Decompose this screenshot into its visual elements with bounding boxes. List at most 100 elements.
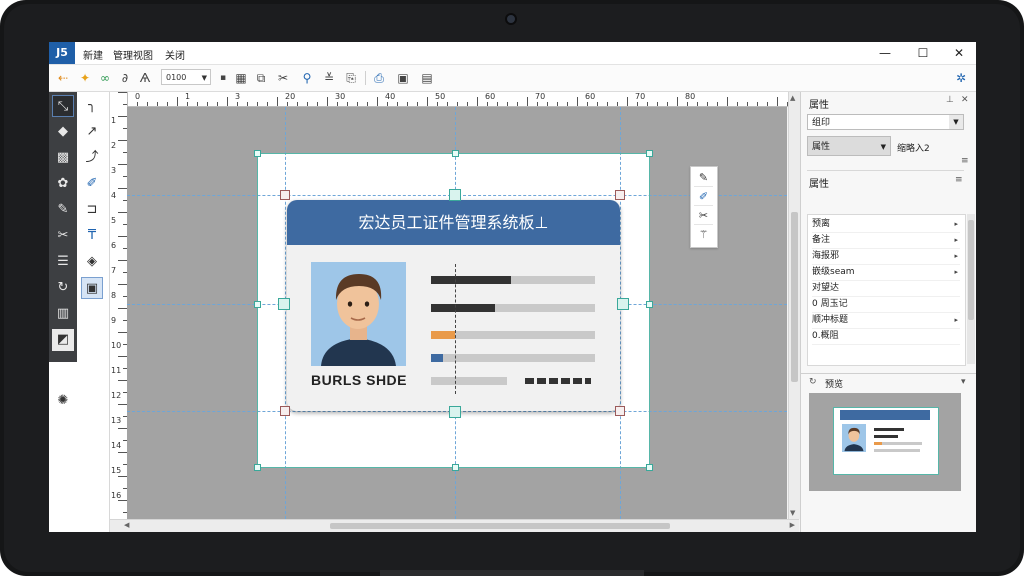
card-edge-handle[interactable] (278, 298, 290, 310)
close-panel-icon[interactable]: ✕ (961, 95, 969, 105)
pen-icon[interactable]: ∂ (117, 70, 133, 86)
line-tool-icon[interactable]: ╮ (81, 95, 103, 117)
scrollbar-thumb[interactable] (968, 220, 974, 320)
card-corner-handle[interactable] (615, 190, 625, 200)
rotate-tool-icon[interactable]: ↻ (52, 277, 74, 299)
resize-handle[interactable] (254, 464, 261, 471)
property-item[interactable]: 0 周玉记 (812, 297, 960, 313)
horizontal-scrollbar[interactable]: ◀ ▶ (110, 519, 799, 532)
resize-handle[interactable] (254, 301, 261, 308)
panel-dropdown[interactable]: 组印 ▼ (807, 114, 964, 130)
back-icon[interactable]: ⇠ (55, 70, 71, 86)
link-icon[interactable]: ∞ (97, 70, 113, 86)
id-card[interactable]: 宏达员工证件管理系统板⊥ BURLS SHDE (287, 200, 620, 411)
resize-handle[interactable] (452, 464, 459, 471)
resize-handle[interactable] (452, 150, 459, 157)
scroll-up-icon[interactable]: ▲ (790, 94, 795, 102)
cut-tool-icon[interactable]: ✂ (52, 225, 74, 247)
collapse-icon[interactable]: ≡ (955, 175, 963, 185)
property-item[interactable]: 0.概阻 (812, 329, 960, 345)
property-item[interactable]: 预离 ▸ (812, 217, 960, 233)
scissors-icon[interactable]: ✂ (694, 207, 713, 225)
search-icon[interactable]: ⚲ (299, 70, 315, 86)
scroll-down-icon[interactable]: ▼ (790, 509, 795, 517)
card-edge-handle[interactable] (617, 298, 629, 310)
maximize-button[interactable]: ☐ (913, 45, 933, 61)
bracket-tool-icon[interactable]: ⊐ (81, 199, 103, 221)
refresh-icon[interactable]: ↻ (809, 377, 817, 387)
menu-manage-view[interactable]: 管理视图 (113, 47, 153, 62)
guide-vertical[interactable] (620, 107, 621, 519)
card-edge-handle[interactable] (449, 189, 461, 201)
align-icon[interactable]: ≚ (321, 70, 337, 86)
stamp-tool-icon[interactable]: ✿ (52, 173, 74, 195)
menu-close[interactable]: 关闭 (165, 47, 185, 62)
preview-collapse-icon[interactable]: ▾ (961, 377, 966, 387)
select-tool-icon[interactable]: ⤡ (52, 95, 74, 117)
curve-tool-icon[interactable]: ↗ (81, 121, 103, 143)
design-canvas[interactable]: 宏达员工证件管理系统板⊥ BURLS SHDE ✎ ✐ ✂ ⚚ (127, 107, 787, 519)
path-tool-icon[interactable]: ⤴ (81, 147, 103, 169)
scroll-left-icon[interactable]: ◀ (124, 521, 129, 529)
scrollbar-thumb[interactable] (791, 212, 798, 382)
pencil-icon[interactable]: ✎ (694, 169, 713, 187)
scroll-right-icon[interactable]: ▶ (790, 521, 795, 529)
settings-icon[interactable]: ✲ (953, 70, 969, 86)
menu-icon[interactable]: ≡ (961, 156, 969, 166)
frame-icon[interactable]: ▣ (395, 70, 411, 86)
property-item[interactable]: 嵌级seam ▸ (812, 265, 960, 281)
grid-icon[interactable]: ▦ (233, 70, 249, 86)
list-tool-icon[interactable]: ☰ (52, 251, 74, 273)
info-bar (495, 304, 595, 312)
transform-icon[interactable]: ✂ (275, 70, 291, 86)
dropdown-toggle-icon[interactable]: ▪ (215, 70, 231, 86)
property-item[interactable]: 海报邪 ▸ (812, 249, 960, 265)
pen-tool-icon[interactable]: ✎ (52, 199, 74, 221)
scrollbar-thumb[interactable] (330, 523, 670, 529)
panel-scrollbar[interactable] (967, 214, 975, 364)
page-icon[interactable]: ▤ (419, 70, 435, 86)
preview-thumbnail[interactable] (809, 393, 961, 491)
resize-handle[interactable] (646, 301, 653, 308)
pattern-tool-icon[interactable]: ▩ (52, 147, 74, 169)
menu-new[interactable]: 新建 (83, 47, 103, 62)
brush-icon[interactable]: ✐ (694, 188, 713, 206)
resize-handle[interactable] (254, 150, 261, 157)
text-tool-icon[interactable]: ₸ (81, 225, 103, 247)
card-corner-handle[interactable] (615, 406, 625, 416)
eraser-tool-icon[interactable]: ◆ (52, 121, 74, 143)
property-item[interactable]: 对望达 (812, 281, 960, 297)
magic-wand-icon[interactable]: ⚚ (694, 226, 713, 243)
layers-icon[interactable]: ⧉ (253, 70, 269, 86)
fill-tool-icon[interactable]: ◈ (81, 251, 103, 273)
pin-icon[interactable]: ⊥ (946, 95, 954, 105)
close-button[interactable]: ✕ (949, 45, 969, 61)
node-tool-icon[interactable]: ✺ (52, 390, 74, 412)
card-corner-handle[interactable] (280, 406, 290, 416)
ruler-label: 11 (111, 366, 122, 375)
guide-vertical[interactable] (285, 107, 286, 519)
card-corner-handle[interactable] (280, 190, 290, 200)
vertical-scrollbar[interactable]: ▲ ▼ (788, 92, 800, 519)
image-tool-icon[interactable]: ▥ (52, 303, 74, 325)
print-icon[interactable]: ⎙ (371, 70, 387, 86)
export-icon[interactable]: ⎘ (343, 70, 359, 86)
property-item[interactable]: 备注 ▸ (812, 233, 960, 249)
resize-handle[interactable] (646, 464, 653, 471)
brush-tool-icon[interactable]: ✐ (81, 173, 103, 195)
resize-handle[interactable] (646, 150, 653, 157)
employee-photo[interactable] (311, 262, 406, 366)
mode-select[interactable]: 属性 ▼ (807, 136, 891, 156)
star-icon[interactable]: ✦ (77, 70, 93, 86)
minimize-button[interactable]: — (875, 45, 895, 61)
property-item[interactable]: 顺冲标题 ▸ (812, 313, 960, 329)
zoom-select[interactable]: 0100 ▼ (161, 69, 211, 85)
ruler-tick (737, 102, 738, 106)
card-edge-handle[interactable] (449, 406, 461, 418)
text-tool-icon[interactable]: Ѧ (137, 70, 153, 86)
app-logo[interactable]: J5 (49, 42, 75, 64)
frame-tool-icon[interactable]: ▣ (81, 277, 103, 299)
ruler-tick (118, 332, 127, 333)
panel-divider (807, 170, 964, 171)
crop-tool-icon[interactable]: ◩ (52, 329, 74, 351)
